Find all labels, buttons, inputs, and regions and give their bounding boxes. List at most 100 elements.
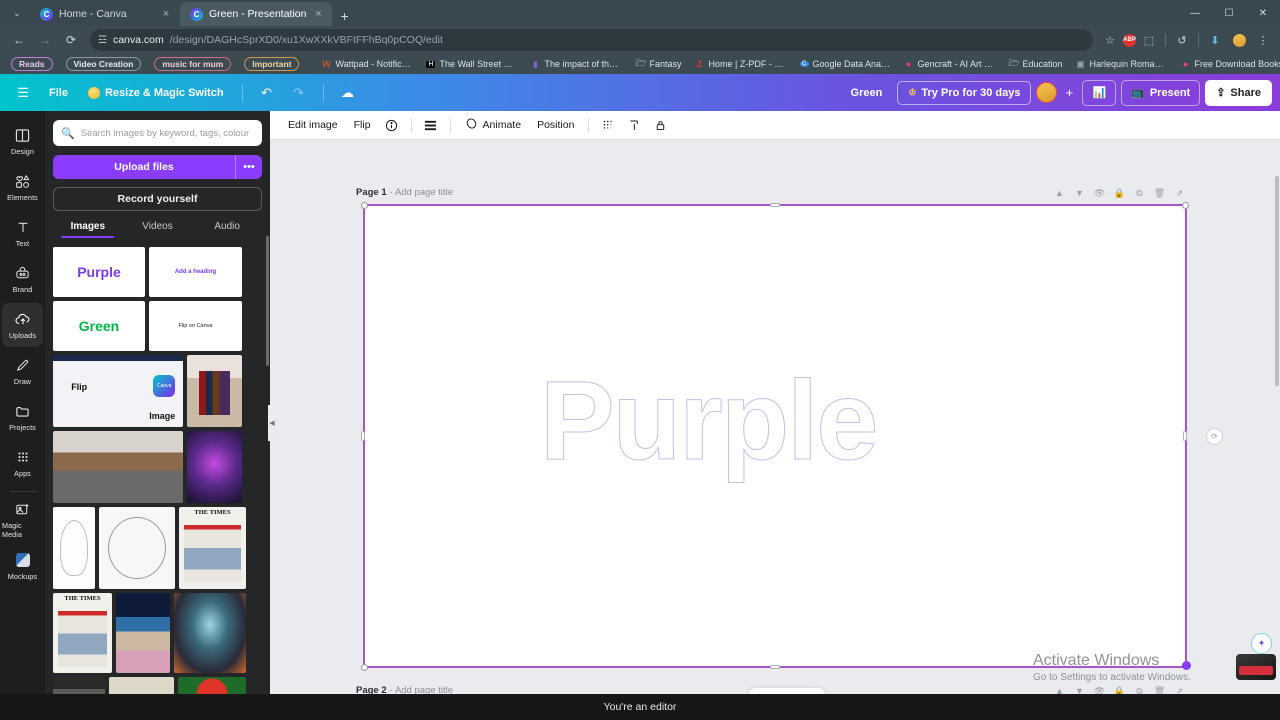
lock-icon[interactable]: 🔒 — [1111, 683, 1128, 695]
bookmark-item[interactable]: 🗁 Education — [1004, 55, 1068, 73]
bookmark-item[interactable]: ● Free Download Books — [1176, 58, 1280, 70]
hide-page-icon[interactable]: 👁 — [1091, 185, 1108, 201]
tab-images[interactable]: Images — [53, 221, 123, 238]
rock-thumb[interactable] — [53, 677, 105, 694]
sidebar-item-design[interactable]: Design — [2, 119, 43, 163]
tab-search-icon[interactable]: ⌄ — [4, 2, 30, 24]
undo-icon[interactable]: ↶ — [252, 79, 282, 107]
sidebar-item-uploads[interactable]: Uploads — [2, 303, 43, 347]
try-pro-button[interactable]: ♔ Try Pro for 30 days — [897, 80, 1032, 105]
expand-icon[interactable]: ⇗ — [1171, 683, 1188, 695]
transparency-icon[interactable] — [595, 114, 621, 136]
forward-icon[interactable]: → — [32, 27, 58, 53]
new-tab-button[interactable]: + — [332, 8, 356, 26]
resize-magic-switch-button[interactable]: Resize & Magic Switch — [79, 82, 233, 104]
dragon-battle-thumb[interactable] — [174, 593, 246, 673]
browser-tab-home-canva[interactable]: C Home - Canva × — [30, 2, 180, 26]
page2-header[interactable]: Page 2 - Add page title — [356, 685, 453, 694]
beach-night-thumb[interactable] — [116, 593, 170, 673]
record-yourself-button[interactable]: Record yourself — [53, 187, 262, 211]
bookmark-item[interactable]: ▮ The impact of the D... — [525, 58, 627, 71]
resize-handle-right[interactable] — [1183, 431, 1187, 441]
avatar[interactable] — [1036, 82, 1058, 103]
bookmark-item[interactable]: W Wattpad - Notificati... — [316, 58, 418, 70]
sidebar-item-magic-media[interactable]: Magic Media — [2, 498, 43, 542]
resize-handle-top[interactable] — [770, 203, 780, 207]
bookmark-item[interactable]: Video Creation — [61, 56, 147, 72]
bookmark-item[interactable]: HThe Wall Street Cras... — [421, 58, 522, 70]
resize-handle-tr[interactable] — [1182, 202, 1189, 209]
upload-more-icon[interactable]: ••• — [235, 155, 262, 179]
bookmark-item[interactable]: 🗁 Fantasy — [630, 55, 686, 73]
shortcuts-badge[interactable] — [1236, 654, 1276, 680]
expand-icon[interactable]: ⇗ — [1171, 185, 1188, 201]
sidebar-item-text[interactable]: Text — [2, 211, 43, 255]
bookmark-item[interactable]: Reads — [6, 56, 58, 72]
tab-videos[interactable]: Videos — [123, 221, 193, 238]
flower-sketch-thumb[interactable] — [53, 507, 95, 589]
chevron-down-icon[interactable]: ▼ — [1071, 185, 1088, 201]
neon-portrait-thumb[interactable] — [187, 431, 242, 503]
times-newspaper-2-thumb[interactable] — [53, 593, 112, 673]
close-window-button[interactable]: ✕ — [1246, 0, 1280, 26]
resize-handle-tl[interactable] — [361, 202, 368, 209]
file-menu-button[interactable]: File — [40, 82, 77, 104]
bookmark-item[interactable]: CGoogle Data Analyti... — [795, 58, 896, 70]
layers-icon[interactable] — [418, 114, 444, 136]
upload-files-button[interactable]: Upload files — [53, 155, 235, 179]
sidebar-item-draw[interactable]: Draw — [2, 349, 43, 393]
minimize-button[interactable]: — — [1178, 0, 1212, 26]
sidebar-item-projects[interactable]: Projects — [2, 395, 43, 439]
document-title[interactable]: Green — [841, 87, 893, 99]
sidebar-item-brand[interactable]: Brand — [2, 257, 43, 301]
field-thumb[interactable] — [109, 677, 174, 694]
chevron-up-icon[interactable]: ▲ — [1051, 185, 1068, 201]
browser-menu-icon[interactable]: ⋮ — [1252, 29, 1274, 51]
address-input[interactable]: ☲ canva.com/design/DAGHcSprXD0/xu1XwXXkV… — [90, 29, 1093, 51]
chevron-down-icon[interactable]: ▼ — [1071, 683, 1088, 694]
share-button[interactable]: ⇪ Share — [1205, 79, 1272, 106]
maximize-button[interactable]: ☐ — [1212, 0, 1246, 26]
search-input[interactable] — [80, 127, 254, 139]
extensions-icon[interactable]: ⬚ — [1138, 29, 1160, 51]
red-flower-thumb[interactable] — [178, 677, 246, 694]
flip-button[interactable]: Flip — [346, 114, 379, 136]
edit-image-button[interactable]: Edit image — [280, 114, 346, 136]
resize-handle-bottom[interactable] — [770, 665, 780, 669]
bookmark-star-icon[interactable]: ☆ — [1099, 29, 1121, 51]
purple-ghost-text[interactable]: Purple — [540, 356, 880, 485]
downloads-icon[interactable]: ⬇ — [1204, 29, 1226, 51]
animate-button[interactable]: Animate — [457, 112, 530, 138]
chevron-up-icon[interactable]: ▲ — [1051, 683, 1068, 694]
info-icon[interactable] — [379, 114, 405, 136]
site-settings-icon[interactable]: ☲ — [98, 35, 107, 46]
magic-wand-icon[interactable]: ✦ — [1251, 633, 1272, 654]
profile-avatar-icon[interactable] — [1228, 29, 1250, 51]
trash-icon[interactable]: 🗑 — [1151, 683, 1168, 695]
canvas-scroll-area[interactable]: Page 1 - Add page title ▲ ▼ 👁 🔒 ⧉ 🗑 ⇗ Pu… — [270, 140, 1280, 694]
bookmark-item[interactable]: music for mum — [149, 56, 236, 72]
reload-icon[interactable]: ⟳ — [58, 27, 84, 53]
desk-printer-thumb[interactable] — [53, 431, 183, 503]
books-shelf-thumb[interactable] — [187, 355, 242, 427]
times-newspaper-thumb[interactable] — [179, 507, 246, 589]
purple-text-thumb[interactable]: Purple — [53, 247, 145, 297]
search-input-wrap[interactable]: 🔍 — [53, 120, 262, 146]
lock-icon[interactable] — [647, 114, 673, 136]
browser-tab-green-presentation[interactable]: C Green - Presentation × — [180, 2, 333, 26]
panel-scrollbar[interactable] — [266, 236, 269, 366]
hamburger-icon[interactable]: ☰ — [8, 79, 38, 107]
history-icon[interactable]: ↺ — [1171, 29, 1193, 51]
page1-header[interactable]: Page 1 - Add page title — [356, 187, 453, 198]
flip-image-screenshot-thumb[interactable]: Canva Image — [53, 355, 183, 427]
add-heading-thumb[interactable]: Add a heading — [149, 247, 242, 297]
resize-handle-left[interactable] — [361, 431, 365, 441]
crop-icon[interactable] — [621, 114, 647, 136]
resize-handle-bl[interactable] — [361, 664, 368, 671]
insights-button[interactable]: 📊 — [1082, 79, 1117, 106]
bookmark-item[interactable]: ● Gencraft - AI Art Im... — [899, 58, 1001, 70]
hide-page-icon[interactable]: 👁 — [1091, 683, 1108, 695]
resize-handle-br[interactable] — [1182, 661, 1191, 670]
position-button[interactable]: Position — [529, 114, 582, 136]
sidebar-item-mockups[interactable]: Mockups — [2, 544, 43, 588]
